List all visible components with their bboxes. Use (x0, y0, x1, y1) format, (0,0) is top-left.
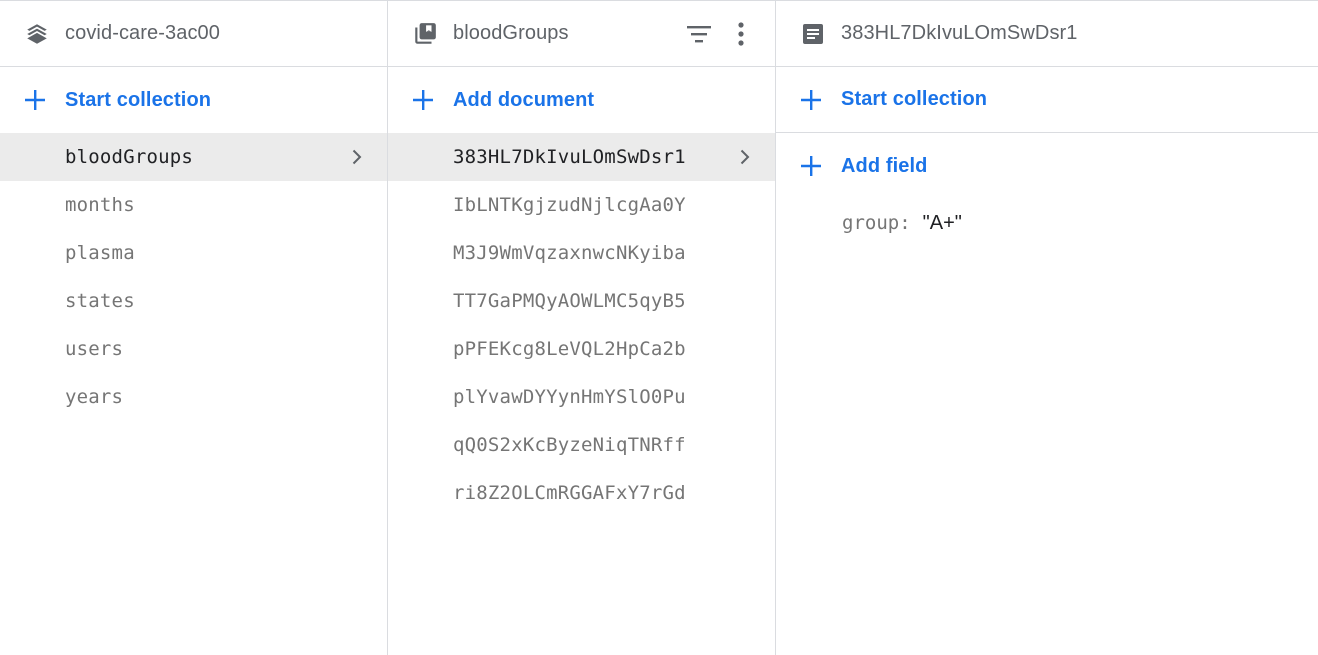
document-panel: 383HL7DkIvuLOmSwDsr1 Start collection Ad… (776, 1, 1318, 655)
document-item[interactable]: IbLNTKgjzudNjlcgAa0Y (388, 181, 775, 229)
document-item[interactable]: 383HL7DkIvuLOmSwDsr1 (388, 133, 775, 181)
root-panel-header: covid-care-3ac00 (0, 1, 387, 67)
field-value: "A+" (922, 211, 962, 234)
collection-title: bloodGroups (453, 22, 569, 44)
start-subcollection-button[interactable]: Start collection (776, 67, 1318, 133)
collection-item-users[interactable]: users (0, 325, 387, 373)
chevron-right-icon (347, 133, 367, 181)
project-title: covid-care-3ac00 (65, 22, 221, 44)
collection-item-states[interactable]: states (0, 277, 387, 325)
chevron-right-icon (735, 133, 755, 181)
collection-icon (412, 21, 438, 47)
document-id: plYvawDYYynHmYSlO0Pu (453, 386, 686, 408)
document-item[interactable]: TT7GaPMQyAOWLMC5qyB5 (388, 277, 775, 325)
document-item[interactable]: pPFEKcg8LeVQL2HpCa2b (388, 325, 775, 373)
document-id: M3J9WmVqzaxnwcNKyiba (453, 242, 686, 264)
firestore-data-viewer: covid-care-3ac00 Start collection bloodG… (0, 0, 1318, 655)
add-field-label: Add field (841, 154, 928, 177)
root-panel: covid-care-3ac00 Start collection bloodG… (0, 1, 388, 655)
document-panel-header: 383HL7DkIvuLOmSwDsr1 (776, 1, 1318, 67)
collection-item-label: months (65, 194, 135, 216)
plus-icon (798, 153, 824, 179)
document-item[interactable]: M3J9WmVqzaxnwcNKyiba (388, 229, 775, 277)
start-collection-button[interactable]: Start collection (0, 67, 387, 133)
document-item[interactable]: plYvawDYYynHmYSlO0Pu (388, 373, 775, 421)
more-vert-icon[interactable] (727, 20, 755, 48)
collection-item-bloodgroups[interactable]: bloodGroups (0, 133, 387, 181)
collection-item-label: users (65, 338, 124, 360)
collection-item-years[interactable]: years (0, 373, 387, 421)
collection-item-label: plasma (65, 242, 135, 264)
start-subcollection-label: Start collection (841, 88, 988, 110)
add-document-label: Add document (453, 88, 595, 111)
field-row-group[interactable]: group: "A+" (776, 199, 1318, 247)
collection-item-plasma[interactable]: plasma (0, 229, 387, 277)
document-id: IbLNTKgjzudNjlcgAa0Y (453, 194, 686, 216)
collection-list: bloodGroups months plasma states users y… (0, 133, 387, 421)
start-collection-label: Start collection (65, 88, 212, 111)
database-stack-icon (24, 21, 50, 47)
collection-panel: bloodGroups Add document 383HL7DkIvuLOmS… (388, 1, 776, 655)
collection-panel-header: bloodGroups (388, 1, 775, 67)
collection-item-label: states (65, 290, 135, 312)
collection-actions (685, 1, 755, 66)
document-id: qQ0S2xKcByzeNiqTNRff (453, 434, 686, 456)
plus-icon (798, 87, 824, 113)
document-item[interactable]: qQ0S2xKcByzeNiqTNRff (388, 421, 775, 469)
plus-icon (410, 87, 436, 113)
collection-item-label: years (65, 386, 124, 408)
document-icon (800, 21, 826, 47)
plus-icon (22, 87, 48, 113)
collection-item-months[interactable]: months (0, 181, 387, 229)
document-id: ri8Z2OLCmRGGAFxY7rGd (453, 482, 686, 504)
document-id: TT7GaPMQyAOWLMC5qyB5 (453, 290, 686, 312)
add-document-button[interactable]: Add document (388, 67, 775, 133)
field-separator: : (899, 212, 911, 234)
filter-icon[interactable] (685, 20, 713, 48)
document-id: 383HL7DkIvuLOmSwDsr1 (453, 146, 686, 168)
add-field-button[interactable]: Add field (776, 133, 1318, 199)
document-item[interactable]: ri8Z2OLCmRGGAFxY7rGd (388, 469, 775, 517)
collection-item-label: bloodGroups (65, 146, 194, 168)
document-id: pPFEKcg8LeVQL2HpCa2b (453, 338, 686, 360)
document-title: 383HL7DkIvuLOmSwDsr1 (841, 22, 1078, 44)
document-list: 383HL7DkIvuLOmSwDsr1 IbLNTKgjzudNjlcgAa0… (388, 133, 775, 517)
field-key: group (842, 212, 900, 234)
